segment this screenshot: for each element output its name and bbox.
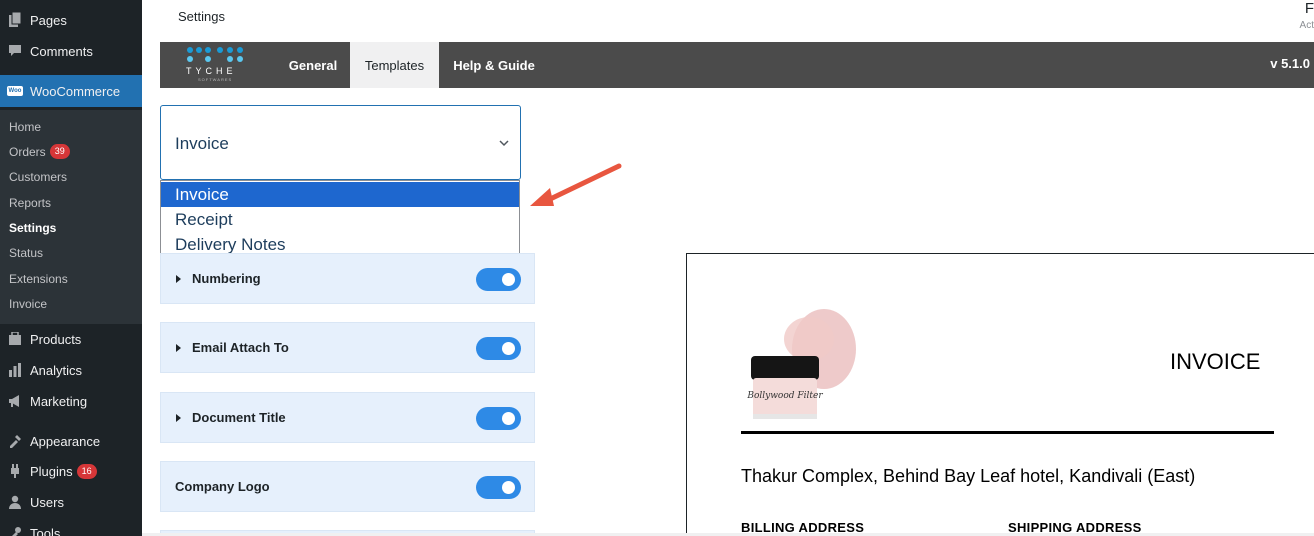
tools-icon	[0, 526, 30, 536]
tab-templates[interactable]: Templates	[350, 42, 439, 88]
template-select[interactable]: Invoice	[160, 105, 521, 180]
expand-caret-icon[interactable]	[176, 343, 181, 352]
numbering-toggle[interactable]	[476, 268, 521, 291]
tab-general[interactable]: General	[278, 42, 348, 88]
product-jar-image: Bollywood Filter	[746, 309, 856, 419]
template-option-receipt[interactable]: Receipt	[161, 207, 519, 232]
submenu-item-settings[interactable]: Settings	[9, 221, 56, 235]
template-select-value: Invoice	[175, 134, 229, 153]
sidebar-item-appearance[interactable]: Appearance	[0, 430, 142, 452]
expand-caret-icon[interactable]	[176, 413, 181, 422]
users-icon	[0, 495, 30, 509]
company-address: Thakur Complex, Behind Bay Leaf hotel, K…	[741, 466, 1196, 486]
settings-row-email-attach-to[interactable]: Email Attach To	[160, 322, 535, 373]
sidebar-item-users[interactable]: Users	[0, 491, 142, 513]
sidebar-item-label: WooCommerce	[30, 83, 121, 99]
sidebar-item-analytics[interactable]: Analytics	[0, 359, 142, 381]
pages-icon	[0, 12, 30, 28]
sidebar-item-label: Appearance	[30, 433, 101, 449]
version-label: v 5.1.0	[1270, 56, 1310, 71]
logo-text: TYCHE	[186, 66, 237, 76]
company-logo-toggle[interactable]	[476, 476, 521, 499]
template-select-dropdown: Invoice Receipt Delivery Notes	[160, 180, 520, 257]
document-title-toggle[interactable]	[476, 407, 521, 430]
sidebar-item-marketing[interactable]: Marketing	[0, 390, 142, 412]
sidebar-item-plugins[interactable]: Plugins 16	[0, 460, 142, 482]
header-edge-text: F	[1304, 0, 1314, 17]
submenu-item-orders[interactable]: Orders 39	[9, 144, 70, 159]
chevron-down-icon	[499, 140, 509, 147]
email-attach-toggle[interactable]	[476, 337, 521, 360]
invoice-title: INVOICE	[1170, 349, 1261, 374]
product-label-text: Bollywood Filter	[746, 391, 823, 401]
tyche-logo: TYCHE SOFTWARES	[184, 45, 252, 85]
tab-help-guide[interactable]: Help & Guide	[446, 42, 542, 88]
submenu-item-extensions[interactable]: Extensions	[9, 272, 68, 286]
woocommerce-submenu: Home Orders 39 Customers Reports Settings…	[0, 110, 142, 324]
submenu-item-customers[interactable]: Customers	[9, 170, 67, 184]
sidebar-item-products[interactable]: Products	[0, 328, 142, 350]
admin-sidebar: Pages Comments Woo WooCommerce Home Orde…	[0, 0, 142, 536]
submenu-item-reports[interactable]: Reports	[9, 196, 51, 210]
settings-row-numbering[interactable]: Numbering	[160, 253, 535, 304]
marketing-icon	[0, 394, 30, 408]
sidebar-item-label: Products	[30, 331, 82, 347]
sidebar-item-label: Tools	[30, 525, 61, 536]
comments-icon	[0, 44, 30, 58]
header-edge-subtext: Act	[1299, 20, 1314, 31]
sidebar-item-label: Analytics	[30, 362, 83, 378]
submenu-item-invoice[interactable]: Invoice	[9, 297, 47, 311]
sidebar-item-label: Comments	[30, 43, 93, 59]
sidebar-item-tools[interactable]: Tools	[0, 522, 142, 536]
sidebar-item-label: Users	[30, 494, 64, 510]
expand-caret-icon[interactable]	[176, 274, 181, 283]
sidebar-item-woocommerce[interactable]: Woo WooCommerce	[0, 75, 142, 107]
appearance-icon	[0, 434, 30, 448]
sidebar-item-label: Pages	[30, 12, 67, 28]
sidebar-item-comments[interactable]: Comments	[0, 40, 142, 62]
settings-row-company-logo[interactable]: Company Logo	[160, 461, 535, 512]
page-title: Settings	[178, 9, 225, 24]
settings-row-document-title[interactable]: Document Title	[160, 392, 535, 443]
page-header: Settings F Act	[142, 0, 1314, 42]
logo-subtext: SOFTWARES	[198, 77, 233, 82]
invoice-preview: Bollywood Filter INVOICE Thakur Complex,…	[686, 253, 1314, 536]
sidebar-item-pages[interactable]: Pages	[0, 9, 142, 31]
products-icon	[0, 332, 30, 346]
submenu-item-status[interactable]: Status	[9, 246, 43, 260]
plugins-update-badge: 16	[76, 463, 97, 479]
plugins-icon	[0, 464, 30, 478]
annotation-arrow-icon	[530, 163, 622, 206]
analytics-icon	[0, 363, 30, 377]
orders-count-badge: 39	[49, 144, 70, 159]
sidebar-item-label: Plugins	[30, 463, 73, 479]
plugin-nav-bar: TYCHE SOFTWARES General Templates Help &…	[160, 42, 1314, 88]
woo-icon: Woo	[6, 86, 24, 96]
submenu-item-home[interactable]: Home	[9, 120, 41, 134]
template-option-invoice[interactable]: Invoice	[161, 182, 519, 207]
invoice-divider	[741, 431, 1274, 434]
sidebar-item-label: Marketing	[30, 393, 88, 409]
